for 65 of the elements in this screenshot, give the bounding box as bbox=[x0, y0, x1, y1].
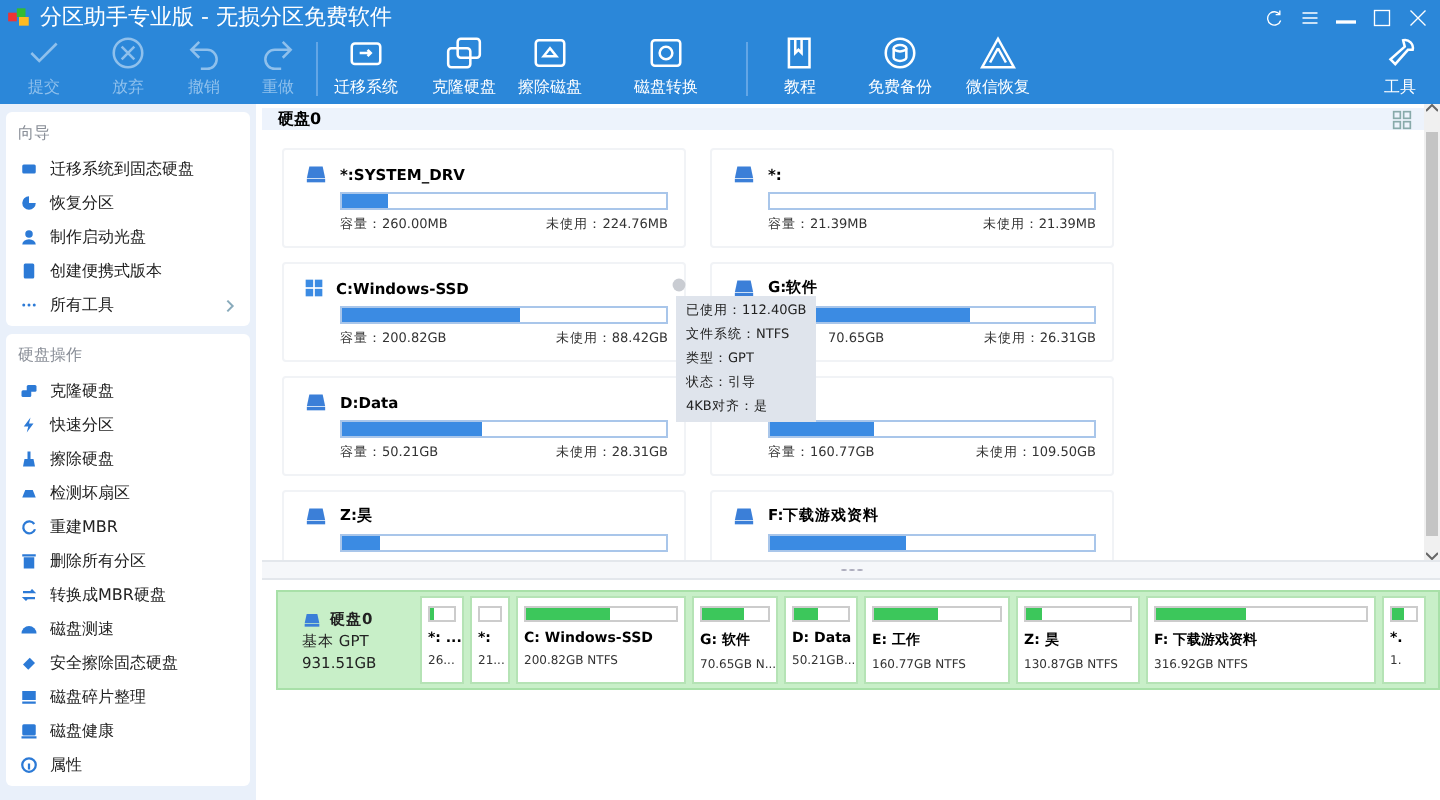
section-title: 向导 bbox=[16, 122, 52, 146]
usage-bar bbox=[1390, 606, 1418, 622]
minimize-icon[interactable] bbox=[1336, 19, 1356, 23]
trash-icon bbox=[20, 552, 38, 570]
sidebar-item[interactable]: 创建便携式版本 bbox=[6, 254, 250, 288]
circle-x-icon bbox=[108, 34, 148, 72]
sidebar-item[interactable]: 恢复分区 bbox=[6, 186, 250, 220]
arrows-icon bbox=[20, 586, 38, 604]
toolbar-button[interactable]: 迁移系统 bbox=[318, 34, 414, 104]
splitter-handle-icon bbox=[839, 566, 863, 574]
gauge-icon bbox=[20, 620, 38, 638]
pie-icon bbox=[20, 194, 38, 212]
sidebar-item[interactable]: 迁移系统到固态硬盘 bbox=[6, 152, 250, 186]
usage-bar bbox=[700, 606, 770, 622]
info-dot-icon bbox=[672, 278, 686, 292]
document-icon bbox=[20, 262, 38, 280]
sidebar-item[interactable]: 磁盘碎片整理 bbox=[6, 680, 250, 714]
section-title: 硬盘操作 bbox=[16, 344, 84, 368]
sidebar-item[interactable]: 重建MBR bbox=[6, 510, 250, 544]
grid-view-icon bbox=[1392, 109, 1412, 129]
toolbar-button[interactable]: 工具 bbox=[1360, 34, 1440, 104]
toolbar-button[interactable]: 克隆硬盘 bbox=[414, 34, 514, 104]
sidebar-item[interactable]: 快速分区 bbox=[6, 408, 250, 442]
sidebar-item[interactable]: 删除所有分区 bbox=[6, 544, 250, 578]
sidebar-item[interactable]: 擦除硬盘 bbox=[6, 442, 250, 476]
toolbar-button[interactable]: 教程 bbox=[748, 34, 852, 104]
refresh-icon bbox=[20, 518, 38, 536]
brush-icon bbox=[20, 450, 38, 468]
usage-bar bbox=[872, 606, 1002, 622]
sidebar-item[interactable]: 磁盘测速 bbox=[6, 612, 250, 646]
sidebar-item[interactable]: 制作启动光盘 bbox=[6, 220, 250, 254]
person-icon bbox=[20, 228, 38, 246]
lightning-icon bbox=[20, 416, 38, 434]
toolbar-button[interactable]: 磁盘转换 bbox=[586, 34, 746, 104]
usage-bar bbox=[792, 606, 850, 622]
chevron-right-icon bbox=[222, 297, 238, 313]
eraser-icon bbox=[20, 654, 38, 672]
arrow-up-icon[interactable] bbox=[1426, 104, 1438, 112]
info-icon bbox=[20, 756, 38, 774]
app-logo-icon bbox=[6, 4, 32, 30]
sidebar-item[interactable]: 克隆硬盘 bbox=[6, 374, 250, 408]
sidebar-item[interactable]: 属性 bbox=[6, 748, 250, 782]
drives-icon bbox=[444, 34, 484, 72]
sidebar-item[interactable]: 安全擦除固态硬盘 bbox=[6, 646, 250, 680]
triangle-logo-icon bbox=[978, 34, 1018, 72]
windows-icon bbox=[304, 278, 324, 298]
drives-icon bbox=[20, 382, 38, 400]
sidebar-item[interactable]: 所有工具 bbox=[6, 288, 250, 322]
window-title: 分区助手专业版 - 无损分区免费软件 bbox=[40, 2, 394, 32]
menu-icon bbox=[1300, 7, 1320, 27]
close-icon bbox=[1408, 7, 1428, 27]
usage-bar bbox=[428, 606, 456, 622]
toolbar-button[interactable]: 微信恢复 bbox=[948, 34, 1048, 104]
toolbar-button[interactable]: 擦除磁盘 bbox=[514, 34, 586, 104]
arrow-down-icon[interactable] bbox=[1426, 552, 1438, 560]
sidebar-item[interactable]: 转换成MBR硬盘 bbox=[6, 578, 250, 612]
sidebar-item[interactable]: 检测坏扇区 bbox=[6, 476, 250, 510]
sidebar-item[interactable]: 磁盘健康 bbox=[6, 714, 250, 748]
disk-title: 硬盘0 bbox=[278, 108, 324, 130]
toolbar-button[interactable]: 免费备份 bbox=[852, 34, 948, 104]
refresh-icon bbox=[1264, 7, 1284, 27]
maximize-icon bbox=[1372, 7, 1392, 27]
scrollbar[interactable] bbox=[1424, 104, 1440, 560]
database-icon bbox=[880, 34, 920, 72]
usage-bar bbox=[1024, 606, 1132, 622]
